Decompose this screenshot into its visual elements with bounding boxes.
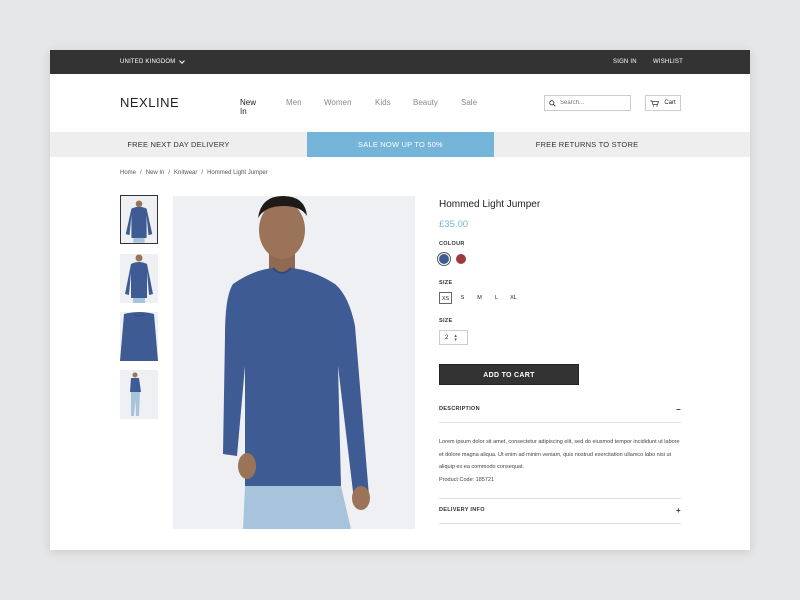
- top-bar: UNITED KINGDOM SIGN IN WISHLIST: [50, 50, 750, 74]
- delivery-label: DELIVERY INFO: [439, 507, 485, 513]
- divider: [439, 523, 681, 524]
- size-option-s[interactable]: S: [456, 292, 469, 304]
- header: NEXLINE New In Men Women Kids Beauty Sal…: [50, 74, 750, 132]
- cart-button[interactable]: Cart: [645, 95, 681, 111]
- product-photo: [173, 196, 415, 529]
- product-details: Hommed Light Jumper £35.00 COLOUR SIZE X…: [439, 196, 681, 524]
- divider: [439, 422, 681, 423]
- size-option-xl[interactable]: XL: [507, 292, 520, 304]
- nav-item-sale[interactable]: Sale: [461, 98, 477, 107]
- promo-delivery: FREE NEXT DAY DELIVERY: [127, 140, 230, 149]
- search-icon: [549, 99, 556, 107]
- logo[interactable]: NEXLINE: [120, 95, 179, 110]
- product-price: £35.00: [439, 219, 469, 230]
- quantity-stepper[interactable]: 2 ▴ ▾: [439, 330, 468, 345]
- promo-bar: FREE NEXT DAY DELIVERY SALE NOW UP TO 50…: [50, 132, 750, 157]
- promo-sale[interactable]: SALE NOW UP TO 50%: [307, 132, 494, 157]
- thumbnail-front-2[interactable]: [120, 254, 158, 303]
- nav-item-kids[interactable]: Kids: [375, 98, 391, 107]
- thumbnail-image: [120, 312, 158, 361]
- thumbnail-image: [120, 370, 158, 419]
- wishlist-link[interactable]: WISHLIST: [653, 50, 683, 74]
- size-option-l[interactable]: L: [490, 292, 503, 304]
- delivery-accordion-header[interactable]: DELIVERY INFO +: [439, 506, 681, 515]
- colour-swatch-blue[interactable]: [439, 254, 449, 264]
- product-main-image[interactable]: [173, 196, 415, 529]
- breadcrumb-home[interactable]: Home: [120, 170, 136, 176]
- add-to-cart-button[interactable]: ADD TO CART: [439, 364, 579, 385]
- quantity-value: 2: [445, 334, 449, 341]
- thumbnail-detail[interactable]: [120, 312, 158, 361]
- breadcrumb-separator: /: [140, 170, 142, 176]
- search-box[interactable]: [544, 95, 631, 111]
- product-code: Product Code: 185721: [439, 477, 495, 483]
- nav-item-new-in[interactable]: New In: [240, 98, 256, 116]
- search-input[interactable]: [560, 100, 625, 106]
- breadcrumb-current: Hommed Light Jumper: [207, 170, 268, 176]
- thumbnail-full-body[interactable]: [120, 370, 158, 419]
- thumbnail-image: [121, 196, 157, 243]
- expand-icon[interactable]: +: [676, 506, 681, 515]
- thumbnail-image: [120, 254, 158, 303]
- chevron-down-icon: [179, 58, 186, 64]
- breadcrumb-new-in[interactable]: New In: [146, 170, 165, 176]
- colour-swatches: [439, 254, 466, 264]
- description-accordion-header[interactable]: DESCRIPTION −: [439, 405, 681, 414]
- sign-in-link[interactable]: SIGN IN: [613, 50, 637, 74]
- quantity-label: SIZE: [439, 318, 453, 324]
- collapse-icon[interactable]: −: [676, 405, 681, 414]
- nav-item-men[interactable]: Men: [286, 98, 302, 107]
- description-label: DESCRIPTION: [439, 406, 480, 412]
- thumbnail-front[interactable]: [120, 195, 158, 244]
- nav-item-women[interactable]: Women: [324, 98, 351, 107]
- promo-returns: FREE RETURNS TO STORE: [535, 140, 639, 149]
- description-text: Lorem ipsum dolor sit amet, consectetur …: [439, 439, 680, 470]
- breadcrumb: Home / New In / Knitwear / Hommed Light Jumper: [120, 170, 270, 176]
- breadcrumb-separator: /: [201, 170, 204, 176]
- size-options: XS S M L XL: [439, 292, 524, 304]
- country-selector[interactable]: UNITED KINGDOM: [120, 50, 186, 74]
- breadcrumb-knitwear[interactable]: Knitwear: [174, 170, 197, 176]
- cart-label: Cart: [664, 100, 676, 106]
- product-title: Hommed Light Jumper: [439, 199, 541, 210]
- colour-swatch-red[interactable]: [456, 254, 466, 264]
- stepper-arrows-icon[interactable]: ▴ ▾: [454, 333, 457, 342]
- cart-icon: [650, 100, 660, 107]
- product-page: UNITED KINGDOM SIGN IN WISHLIST NEXLINE …: [50, 50, 750, 550]
- size-option-m[interactable]: M: [473, 292, 486, 304]
- nav-item-beauty[interactable]: Beauty: [413, 98, 438, 107]
- size-option-xs[interactable]: XS: [439, 292, 452, 304]
- breadcrumb-separator: /: [168, 170, 171, 176]
- colour-label: COLOUR: [439, 241, 465, 247]
- size-label: SIZE: [439, 280, 453, 286]
- divider: [439, 498, 681, 499]
- country-label: UNITED KINGDOM: [120, 59, 176, 65]
